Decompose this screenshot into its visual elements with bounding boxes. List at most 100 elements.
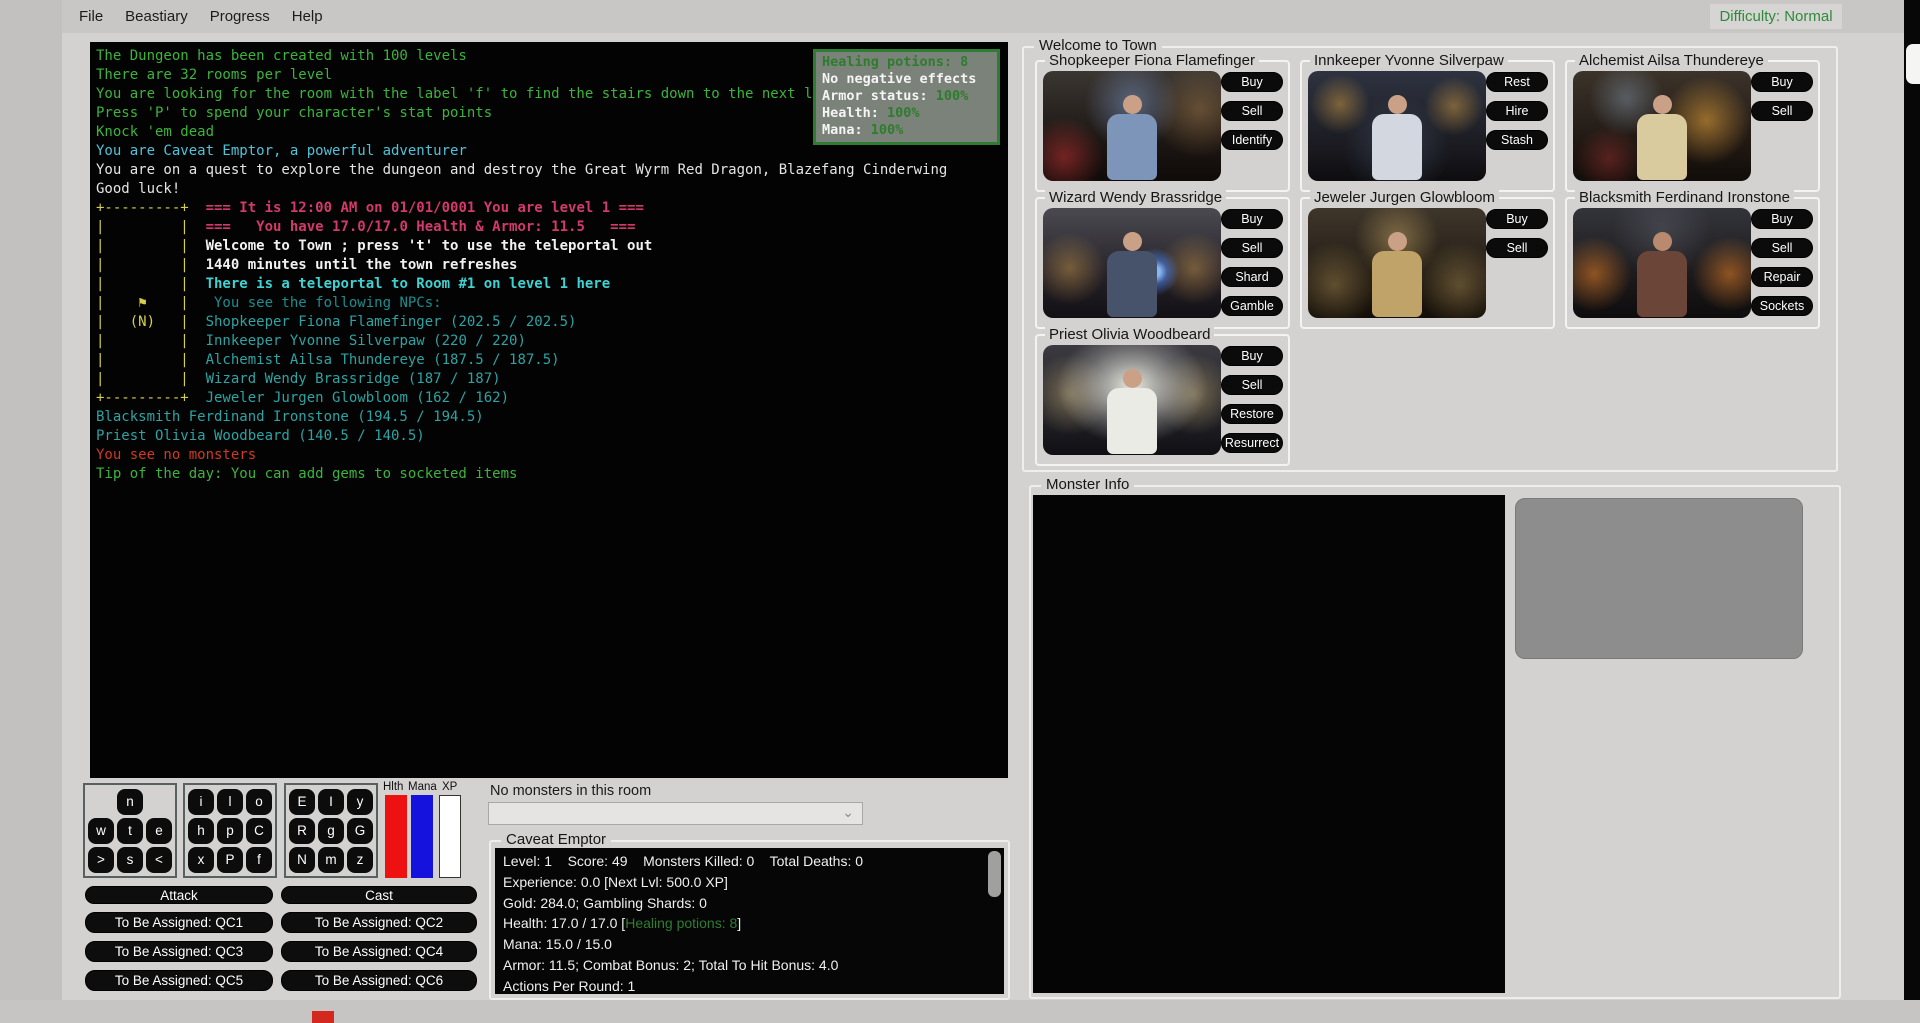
keypad-action-group-1: ilo hpCxPf xyxy=(183,783,277,878)
npc-portrait xyxy=(1573,71,1751,181)
key-button[interactable]: s xyxy=(117,847,143,873)
character-stat-line: Experience: 0.0 [Next Lvl: 500.0 XP] xyxy=(503,872,996,893)
npc-portrait xyxy=(1308,208,1486,318)
key-button[interactable]: < xyxy=(146,847,172,873)
key-button[interactable]: P xyxy=(217,847,243,873)
console-text-segment: Alchemist Ailsa Thundereye (187.5 / 187.… xyxy=(206,352,560,368)
key-button[interactable]: I xyxy=(318,789,344,815)
npc-action-button[interactable]: Gamble xyxy=(1221,296,1283,316)
npc-action-button[interactable]: Repair xyxy=(1751,267,1813,287)
npc-action-button[interactable]: Sell xyxy=(1751,238,1813,258)
npc-action-button[interactable]: Sell xyxy=(1221,238,1283,258)
monster-display-area xyxy=(1033,495,1505,993)
console-text-segment: You see the following NPCs: xyxy=(206,295,442,311)
console-text-segment: === You have 17.0/17.0 Health & Armor: 1… xyxy=(206,219,636,235)
monster-select-dropdown[interactable]: ⌄ xyxy=(488,802,863,825)
npc-portrait xyxy=(1043,208,1221,318)
key-button[interactable]: E xyxy=(289,789,315,815)
npc-action-button[interactable]: Rest xyxy=(1486,72,1548,92)
menu-item[interactable]: Beastiary xyxy=(114,8,199,25)
console-text-segment: Priest Olivia Woodbeard (140.5 / 140.5) xyxy=(96,428,425,444)
key-button[interactable]: > xyxy=(88,847,114,873)
quick-command-button[interactable]: To Be Assigned: QC5 xyxy=(85,970,273,991)
npc-action-button[interactable]: Sockets xyxy=(1751,296,1813,316)
npc-card: Alchemist Ailsa Thundereye BuySell xyxy=(1565,60,1820,192)
console-text-segment: You are Caveat Emptor, a powerful advent… xyxy=(96,143,467,159)
menu-item[interactable]: Progress xyxy=(199,8,281,25)
quick-command-button[interactable]: To Be Assigned: QC1 xyxy=(85,912,273,933)
npc-action-button[interactable]: Sell xyxy=(1486,238,1548,258)
console-line: Priest Olivia Woodbeard (140.5 / 140.5) xyxy=(96,427,1002,446)
npc-action-button[interactable]: Buy xyxy=(1751,72,1813,92)
key-button[interactable] xyxy=(146,789,172,815)
npc-action-button[interactable]: Shard xyxy=(1221,267,1283,287)
key-button[interactable] xyxy=(88,789,114,815)
npc-action-button[interactable]: Buy xyxy=(1486,209,1548,229)
monster-info-panel: Monster Info xyxy=(1029,485,1841,999)
character-stat-segment: ] xyxy=(737,915,741,931)
taskbar-app-icon[interactable] xyxy=(312,1011,334,1023)
npc-action-button[interactable]: Sell xyxy=(1221,101,1283,121)
npc-action-button[interactable]: Buy xyxy=(1221,72,1283,92)
key-button[interactable]: t xyxy=(117,818,143,844)
key-button[interactable]: n xyxy=(117,789,143,815)
character-panel: Caveat Emptor Level: 1 Score: 49 Monster… xyxy=(489,840,1010,1000)
key-button[interactable]: p xyxy=(217,818,243,844)
key-button[interactable]: e xyxy=(146,818,172,844)
npc-action-button[interactable]: Resurrect xyxy=(1221,433,1283,453)
npc-action-button[interactable]: Restore xyxy=(1221,404,1283,424)
console-line: | | Welcome to Town ; press 't' to use t… xyxy=(96,237,1002,256)
menu-item[interactable]: File xyxy=(68,8,114,25)
key-button[interactable]: R xyxy=(289,818,315,844)
chevron-down-icon: ⌄ xyxy=(842,804,854,821)
npc-action-button[interactable]: Stash xyxy=(1486,130,1548,150)
key-button[interactable]: f xyxy=(246,847,272,873)
key-button[interactable]: G xyxy=(347,818,373,844)
status-overlay-segment: Armor status: xyxy=(822,88,936,104)
key-button[interactable]: o xyxy=(246,789,272,815)
quick-command-button[interactable]: To Be Assigned: QC4 xyxy=(281,941,477,962)
key-button[interactable]: y xyxy=(347,789,373,815)
npc-action-button[interactable]: Buy xyxy=(1221,209,1283,229)
quick-command-button[interactable]: To Be Assigned: QC3 xyxy=(85,941,273,962)
key-button[interactable]: z xyxy=(347,847,373,873)
npc-grid: Shopkeeper Fiona Flamefinger BuySellIden… xyxy=(1024,48,1836,470)
health-bar xyxy=(385,795,407,878)
console-text-segment: Tip of the day: You can add gems to sock… xyxy=(96,466,517,482)
key-button[interactable]: w xyxy=(88,818,114,844)
key-button[interactable]: i xyxy=(188,789,214,815)
cast-button[interactable]: Cast xyxy=(281,886,477,904)
npc-action-button[interactable]: Buy xyxy=(1751,209,1813,229)
stats-scrollbar-thumb[interactable] xyxy=(988,851,1001,897)
console-line: | | 1440 minutes until the town refreshe… xyxy=(96,256,1002,275)
status-overlay-line: Healing potions: 8 xyxy=(822,54,991,71)
npc-action-button[interactable]: Sell xyxy=(1221,375,1283,395)
console-text-segment: Good luck! xyxy=(96,181,180,197)
attack-button[interactable]: Attack xyxy=(85,886,273,904)
quick-command-button[interactable]: To Be Assigned: QC6 xyxy=(281,970,477,991)
key-button[interactable]: h xyxy=(188,818,214,844)
key-button[interactable]: g xyxy=(318,818,344,844)
npc-card: Blacksmith Ferdinand Ironstone BuySellRe… xyxy=(1565,197,1820,329)
key-button[interactable]: l xyxy=(217,789,243,815)
console-line: | | === You have 17.0/17.0 Health & Armo… xyxy=(96,218,1002,237)
console-line: Tip of the day: You can add gems to sock… xyxy=(96,465,1002,484)
key-button[interactable]: C xyxy=(246,818,272,844)
console-line: | | Innkeeper Yvonne Silverpaw (220 / 22… xyxy=(96,332,1002,351)
npc-action-button[interactable]: Identify xyxy=(1221,130,1283,150)
status-overlay: Healing potions: 8 No negative effects A… xyxy=(813,49,1000,145)
status-overlay-segment: Mana: xyxy=(822,122,871,138)
character-stat-line: Actions Per Round: 1 xyxy=(503,976,996,994)
npc-action-button[interactable]: Sell xyxy=(1751,101,1813,121)
console-text-segment: You are on a quest to explore the dungeo… xyxy=(96,162,947,178)
key-button[interactable]: x xyxy=(188,847,214,873)
monster-image-placeholder xyxy=(1515,498,1803,659)
console-line: +---------+ Jeweler Jurgen Glowbloom (16… xyxy=(96,389,1002,408)
quick-command-button[interactable]: To Be Assigned: QC2 xyxy=(281,912,477,933)
key-button[interactable]: N xyxy=(289,847,315,873)
menu-item[interactable]: Help xyxy=(281,8,334,25)
npc-action-button[interactable]: Buy xyxy=(1221,346,1283,366)
status-overlay-line: Mana: 100% xyxy=(822,122,991,139)
key-button[interactable]: m xyxy=(318,847,344,873)
npc-action-button[interactable]: Hire xyxy=(1486,101,1548,121)
